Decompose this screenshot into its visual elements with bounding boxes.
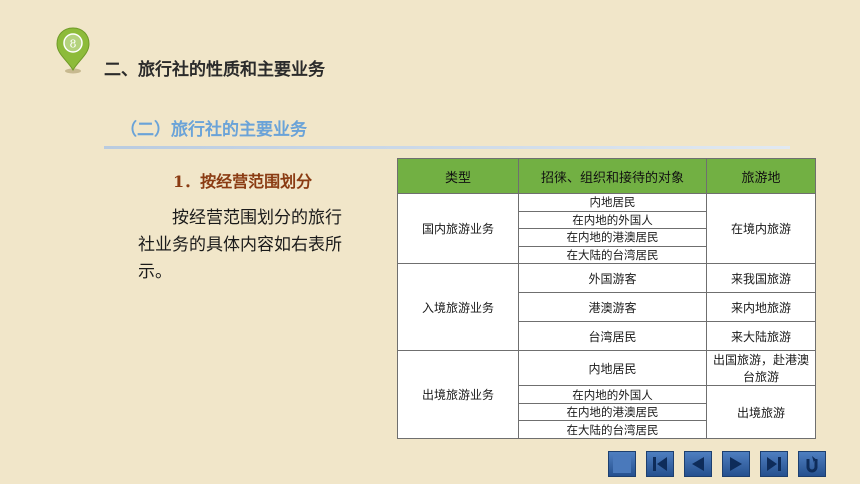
stop-button[interactable] — [608, 451, 636, 477]
first-page-icon — [653, 457, 667, 471]
stop-square-icon — [613, 455, 631, 473]
target-cell: 在内地的外国人 — [518, 385, 707, 404]
destination-cell: 来大陆旅游 — [706, 321, 816, 352]
type-cell: 入境旅游业务 — [397, 263, 519, 352]
target-cell: 在内地的港澳居民 — [518, 228, 707, 247]
target-cell: 外国游客 — [518, 263, 707, 294]
subsection-title: 1．按经营范围划分 — [173, 172, 313, 191]
target-cell: 港澳游客 — [518, 292, 707, 323]
type-cell: 出境旅游业务 — [397, 350, 519, 439]
page-title: 二、旅行社的性质和主要业务 — [104, 60, 325, 80]
header-targets: 招徕、组织和接待的对象 — [518, 157, 707, 195]
slide-navigation — [608, 451, 826, 477]
target-cell: 台湾居民 — [518, 321, 707, 352]
target-cell: 内地居民 — [518, 193, 707, 212]
last-page-icon — [767, 457, 781, 471]
table-row: 出境旅游业务 内地居民 出国旅游，赴港澳台旅游 — [397, 350, 816, 439]
badge-number: 8 — [70, 38, 77, 51]
return-button[interactable] — [798, 451, 826, 477]
first-page-button[interactable] — [646, 451, 674, 477]
table-header-row: 类型 招徕、组织和接待的对象 旅游地 — [397, 157, 816, 195]
destination-cell: 来内地旅游 — [706, 292, 816, 323]
next-icon — [730, 457, 742, 471]
return-icon — [806, 456, 818, 473]
business-table: 类型 招徕、组织和接待的对象 旅游地 国内旅游业务 内地居民 在境内旅游 在内地… — [397, 157, 816, 439]
last-page-button[interactable] — [760, 451, 788, 477]
type-cell: 国内旅游业务 — [397, 193, 519, 265]
target-cell: 在大陆的台湾居民 — [518, 245, 707, 265]
target-cell: 在内地的港澳居民 — [518, 402, 707, 422]
destination-cell: 出国旅游，赴港澳台旅游 — [706, 350, 816, 387]
table-row: 入境旅游业务 外国游客 来我国旅游 — [397, 263, 816, 352]
target-cell: 在内地的外国人 — [518, 210, 707, 230]
header-destination: 旅游地 — [706, 157, 816, 195]
next-button[interactable] — [722, 451, 750, 477]
destination-cell: 来我国旅游 — [706, 263, 816, 294]
body-paragraph: 按经营范围划分的旅行社业务的具体内容如右表所示。 — [138, 208, 342, 282]
location-pin-icon: 8 — [56, 27, 90, 74]
previous-icon — [692, 457, 704, 471]
table-row: 国内旅游业务 内地居民 在境内旅游 — [397, 193, 816, 265]
section-title: （二）旅行社的主要业务 — [120, 120, 307, 140]
section-divider — [104, 146, 790, 149]
destination-cell: 在境内旅游 — [706, 193, 816, 265]
target-cell: 内地居民 — [518, 350, 707, 387]
destination-cell: 出境旅游 — [706, 385, 816, 439]
target-cell: 在大陆的台湾居民 — [518, 420, 707, 439]
header-type: 类型 — [397, 157, 519, 195]
previous-button[interactable] — [684, 451, 712, 477]
